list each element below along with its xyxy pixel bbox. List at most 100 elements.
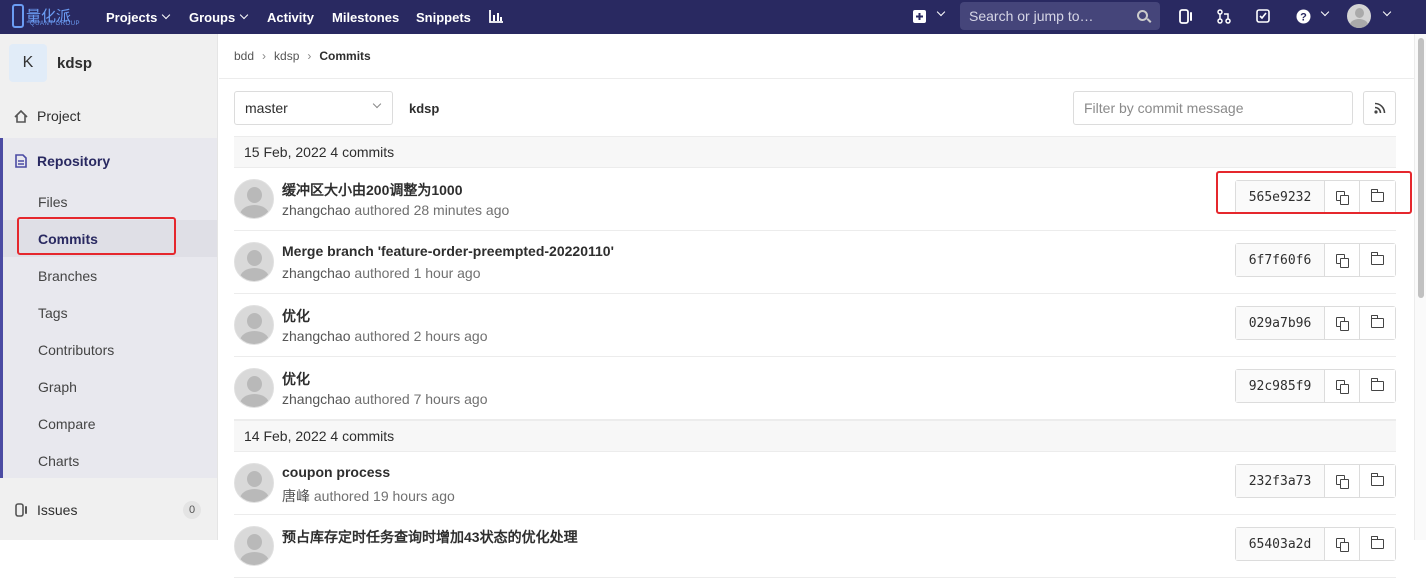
- commit-sha[interactable]: 232f3a73: [1236, 465, 1325, 497]
- sidebar-subitem-compare[interactable]: Compare: [38, 416, 96, 432]
- commit-author[interactable]: zhangchao: [282, 202, 351, 218]
- sidebar-subitem-tags[interactable]: Tags: [38, 305, 68, 321]
- commit-title[interactable]: 优化: [282, 369, 310, 389]
- rss-button[interactable]: [1363, 91, 1396, 125]
- branch-dropdown[interactable]: master: [234, 91, 393, 125]
- commit-sha-group: 6f7f60f6: [1235, 243, 1396, 277]
- commit-row: 优化 zhangchao authored 2 hours ago 029a7b…: [234, 294, 1396, 357]
- folder-icon: [1370, 536, 1384, 549]
- commit-row: 优化 zhangchao authored 7 hours ago 92c985…: [234, 357, 1396, 420]
- author-avatar[interactable]: [234, 305, 274, 345]
- folder-icon: [1370, 315, 1384, 328]
- commit-meta: zhangchao authored 2 hours ago: [282, 328, 488, 344]
- commit-sha[interactable]: 92c985f9: [1236, 370, 1325, 402]
- sidebar-item-label: Project: [37, 108, 81, 124]
- author-avatar[interactable]: [234, 526, 274, 566]
- search-input[interactable]: Search or jump to…: [960, 2, 1160, 30]
- chevron-down-icon[interactable]: [1320, 7, 1330, 17]
- sidebar-item-repository[interactable]: Repository: [0, 143, 217, 179]
- commit-title[interactable]: 缓冲区大小由200调整为1000: [282, 180, 463, 200]
- browse-files-button[interactable]: [1360, 370, 1395, 402]
- todo-icon[interactable]: [1254, 7, 1272, 25]
- author-avatar[interactable]: [234, 242, 274, 282]
- author-avatar[interactable]: [234, 179, 274, 219]
- nav-projects[interactable]: Projects: [106, 0, 171, 34]
- issues-icon: [13, 502, 29, 518]
- commit-sha-group: 029a7b96: [1235, 306, 1396, 340]
- commit-time: authored 1 hour ago: [354, 265, 481, 281]
- chevron-down-icon[interactable]: [1382, 7, 1392, 17]
- author-avatar[interactable]: [234, 368, 274, 408]
- breadcrumb: bdd › kdsp › Commits: [234, 49, 371, 63]
- folder-icon: [1370, 378, 1384, 391]
- nav-activity[interactable]: Activity: [267, 0, 314, 34]
- author-avatar[interactable]: [234, 463, 274, 503]
- copy-sha-button[interactable]: [1325, 307, 1360, 339]
- commit-author[interactable]: zhangchao: [282, 265, 351, 281]
- breadcrumb-separator: ›: [262, 49, 267, 63]
- chevron-down-icon[interactable]: [936, 7, 946, 17]
- svg-text:?: ?: [1300, 11, 1307, 23]
- commit-sha[interactable]: 6f7f60f6: [1236, 244, 1325, 276]
- commit-title[interactable]: 预占库存定时任务查询时增加43状态的优化处理: [282, 527, 578, 547]
- main-content: bdd › kdsp › Commits master kdsp Filter …: [219, 34, 1414, 578]
- browse-files-button[interactable]: [1360, 244, 1395, 276]
- breadcrumb-current[interactable]: Commits: [319, 49, 370, 63]
- browse-files-button[interactable]: [1360, 307, 1395, 339]
- folder-icon: [1370, 252, 1384, 265]
- commit-author[interactable]: zhangchao: [282, 391, 351, 407]
- filter-placeholder: Filter by commit message: [1084, 100, 1244, 116]
- quant-group-logo[interactable]: 量化派 QUANT GROUP: [12, 2, 84, 30]
- filter-commit-input[interactable]: Filter by commit message: [1073, 91, 1353, 125]
- divider: [219, 78, 1414, 79]
- branch-name: master: [245, 100, 288, 116]
- commit-sha[interactable]: 65403a2d: [1236, 528, 1325, 560]
- commit-time: authored 28 minutes ago: [354, 202, 510, 218]
- help-icon[interactable]: ?: [1294, 7, 1312, 25]
- search-icon: [1137, 10, 1148, 21]
- issues-count-badge: 0: [183, 501, 201, 519]
- breadcrumb-group[interactable]: bdd: [234, 49, 254, 63]
- nav-snippets[interactable]: Snippets: [416, 0, 471, 34]
- repo-path[interactable]: kdsp: [409, 101, 439, 116]
- merge-request-icon[interactable]: [1215, 7, 1233, 25]
- sidebar-item-issues[interactable]: Issues 0: [0, 492, 217, 528]
- commit-day-header: 15 Feb, 2022 4 commits: [234, 136, 1396, 168]
- project-avatar: K: [9, 44, 47, 82]
- copy-sha-button[interactable]: [1325, 244, 1360, 276]
- issues-icon[interactable]: [1177, 7, 1195, 25]
- sidebar-subitem-charts[interactable]: Charts: [38, 453, 79, 469]
- nav-groups[interactable]: Groups: [189, 0, 249, 34]
- breadcrumb-project[interactable]: kdsp: [274, 49, 299, 63]
- nav-milestones[interactable]: Milestones: [332, 0, 399, 34]
- page-scrollbar[interactable]: [1414, 34, 1426, 540]
- copy-sha-button[interactable]: [1325, 370, 1360, 402]
- copy-sha-button[interactable]: [1325, 528, 1360, 560]
- sidebar-item-project[interactable]: Project: [0, 98, 217, 134]
- commit-title[interactable]: 优化: [282, 306, 310, 326]
- sidebar-subitem-files[interactable]: Files: [38, 194, 68, 210]
- browse-files-button[interactable]: [1360, 465, 1395, 497]
- plus-icon[interactable]: [910, 7, 928, 25]
- commit-title[interactable]: coupon process: [282, 464, 390, 480]
- copy-icon: [1336, 317, 1349, 331]
- commit-meta: zhangchao authored 1 hour ago: [282, 265, 481, 281]
- sidebar-subitem-branches[interactable]: Branches: [38, 268, 97, 284]
- sidebar-subitem-contributors[interactable]: Contributors: [38, 342, 114, 358]
- copy-icon: [1336, 254, 1349, 268]
- commit-sha-group: 232f3a73: [1235, 464, 1396, 498]
- copy-sha-button[interactable]: [1325, 465, 1360, 497]
- sidebar-item-label: Repository: [37, 153, 111, 169]
- chart-icon[interactable]: [487, 7, 505, 25]
- sidebar-subitem-graph[interactable]: Graph: [38, 379, 77, 395]
- user-avatar[interactable]: [1347, 4, 1371, 28]
- browse-files-button[interactable]: [1360, 528, 1395, 560]
- project-header[interactable]: K kdsp: [9, 44, 92, 82]
- commit-sha[interactable]: 029a7b96: [1236, 307, 1325, 339]
- project-name: kdsp: [57, 54, 93, 72]
- commit-author[interactable]: zhangchao: [282, 328, 351, 344]
- commit-title[interactable]: Merge branch 'feature-order-preempted-20…: [282, 243, 614, 259]
- commit-author[interactable]: 唐峰: [282, 488, 310, 504]
- scrollbar-thumb[interactable]: [1418, 38, 1424, 298]
- commit-time: authored 19 hours ago: [313, 488, 455, 504]
